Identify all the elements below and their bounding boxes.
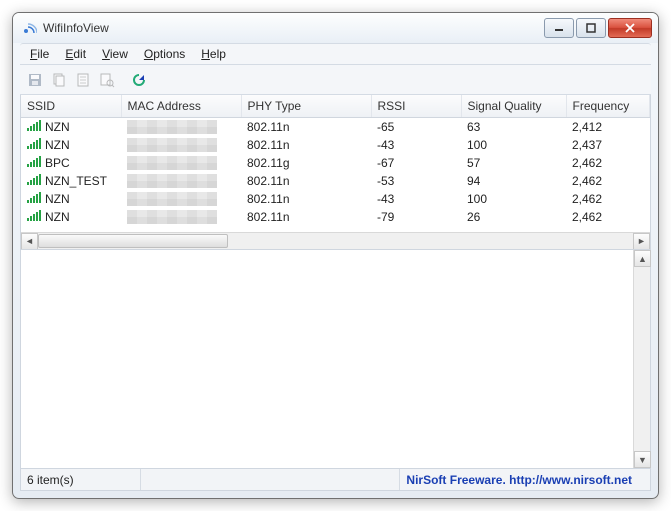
signal-icon xyxy=(27,138,41,152)
cell-rssi: -67 xyxy=(371,154,461,172)
table-row[interactable]: NZN 802.11n-79262,462 xyxy=(21,208,650,226)
content-area: SSID MAC Address PHY Type RSSI Signal Qu… xyxy=(20,95,651,469)
signal-icon xyxy=(27,210,41,224)
table-row[interactable]: NZN 802.11n-65632,412 xyxy=(21,118,650,137)
list-pane[interactable]: SSID MAC Address PHY Type RSSI Signal Qu… xyxy=(21,95,650,249)
cell-mac xyxy=(127,192,217,206)
cell-rssi: -43 xyxy=(371,190,461,208)
table-row[interactable]: NZN_TEST 802.11n-53942,462 xyxy=(21,172,650,190)
maximize-button[interactable] xyxy=(576,18,606,38)
app-icon xyxy=(21,20,37,36)
cell-rssi: -43 xyxy=(371,136,461,154)
signal-icon xyxy=(27,174,41,188)
menu-options[interactable]: Options xyxy=(136,45,193,63)
menu-edit[interactable]: Edit xyxy=(57,45,94,63)
table-row[interactable]: NZN 802.11n-431002,437 xyxy=(21,136,650,154)
table-row[interactable]: BPC 802.11g-67572,462 xyxy=(21,154,650,172)
toolbar-save-icon[interactable] xyxy=(24,69,46,91)
table-row[interactable]: NZN 802.11n-431002,462 xyxy=(21,190,650,208)
cell-mac xyxy=(127,138,217,152)
cell-mac xyxy=(127,156,217,170)
status-mid xyxy=(141,469,400,490)
cell-phy: 802.11n xyxy=(241,208,371,226)
scroll-thumb[interactable] xyxy=(38,234,228,248)
cell-ssid: NZN xyxy=(45,210,70,224)
cell-mac xyxy=(127,174,217,188)
cell-phy: 802.11n xyxy=(241,172,371,190)
signal-icon xyxy=(27,156,41,170)
cell-ssid: NZN xyxy=(45,120,70,134)
cell-quality: 26 xyxy=(461,208,566,226)
cell-freq: 2,412 xyxy=(566,118,650,137)
column-mac[interactable]: MAC Address xyxy=(121,95,241,118)
cell-quality: 57 xyxy=(461,154,566,172)
cell-mac xyxy=(127,210,217,224)
cell-freq: 2,462 xyxy=(566,172,650,190)
cell-mac xyxy=(127,120,217,134)
menu-view[interactable]: View xyxy=(94,45,136,63)
signal-icon xyxy=(27,192,41,206)
scroll-up-icon[interactable]: ▲ xyxy=(634,250,651,267)
titlebar[interactable]: WifiInfoView xyxy=(13,13,658,43)
app-window: WifiInfoView File Edit View Options Help xyxy=(12,12,659,499)
scroll-left-icon[interactable]: ◄ xyxy=(21,233,38,250)
scroll-down-icon[interactable]: ▼ xyxy=(634,451,651,468)
cell-rssi: -53 xyxy=(371,172,461,190)
menu-file[interactable]: File xyxy=(22,45,57,63)
cell-quality: 100 xyxy=(461,190,566,208)
menubar: File Edit View Options Help xyxy=(20,43,651,65)
column-ssid[interactable]: SSID xyxy=(21,95,121,118)
toolbar-find-icon[interactable] xyxy=(96,69,118,91)
cell-freq: 2,437 xyxy=(566,136,650,154)
cell-phy: 802.11g xyxy=(241,154,371,172)
window-title: WifiInfoView xyxy=(43,21,109,35)
toolbar-refresh-icon[interactable] xyxy=(128,69,150,91)
cell-phy: 802.11n xyxy=(241,118,371,137)
column-freq[interactable]: Frequency xyxy=(566,95,650,118)
statusbar: 6 item(s) NirSoft Freeware. http://www.n… xyxy=(20,469,651,491)
menu-help[interactable]: Help xyxy=(193,45,234,63)
detail-pane: ▲ ▼ xyxy=(21,249,650,468)
toolbar-properties-icon[interactable] xyxy=(72,69,94,91)
toolbar-copy-icon[interactable] xyxy=(48,69,70,91)
cell-freq: 2,462 xyxy=(566,208,650,226)
column-quality[interactable]: Signal Quality xyxy=(461,95,566,118)
column-rssi[interactable]: RSSI xyxy=(371,95,461,118)
vertical-scrollbar[interactable]: ▲ ▼ xyxy=(633,250,650,468)
status-count: 6 item(s) xyxy=(21,469,141,490)
cell-freq: 2,462 xyxy=(566,154,650,172)
signal-icon xyxy=(27,120,41,134)
cell-quality: 63 xyxy=(461,118,566,137)
cell-quality: 94 xyxy=(461,172,566,190)
status-credit: NirSoft Freeware. http://www.nirsoft.net xyxy=(400,469,650,490)
cell-rssi: -65 xyxy=(371,118,461,137)
close-button[interactable] xyxy=(608,18,652,38)
cell-ssid: NZN xyxy=(45,192,70,206)
toolbar xyxy=(20,65,651,95)
cell-ssid: NZN xyxy=(45,138,70,152)
cell-rssi: -79 xyxy=(371,208,461,226)
scroll-right-icon[interactable]: ► xyxy=(633,233,650,250)
cell-ssid: NZN_TEST xyxy=(45,174,107,188)
cell-quality: 100 xyxy=(461,136,566,154)
horizontal-scrollbar[interactable]: ◄ ► xyxy=(21,232,650,249)
cell-freq: 2,462 xyxy=(566,190,650,208)
cell-phy: 802.11n xyxy=(241,136,371,154)
cell-phy: 802.11n xyxy=(241,190,371,208)
cell-ssid: BPC xyxy=(45,156,70,170)
minimize-button[interactable] xyxy=(544,18,574,38)
column-phy[interactable]: PHY Type xyxy=(241,95,371,118)
wifi-table: SSID MAC Address PHY Type RSSI Signal Qu… xyxy=(21,95,650,226)
